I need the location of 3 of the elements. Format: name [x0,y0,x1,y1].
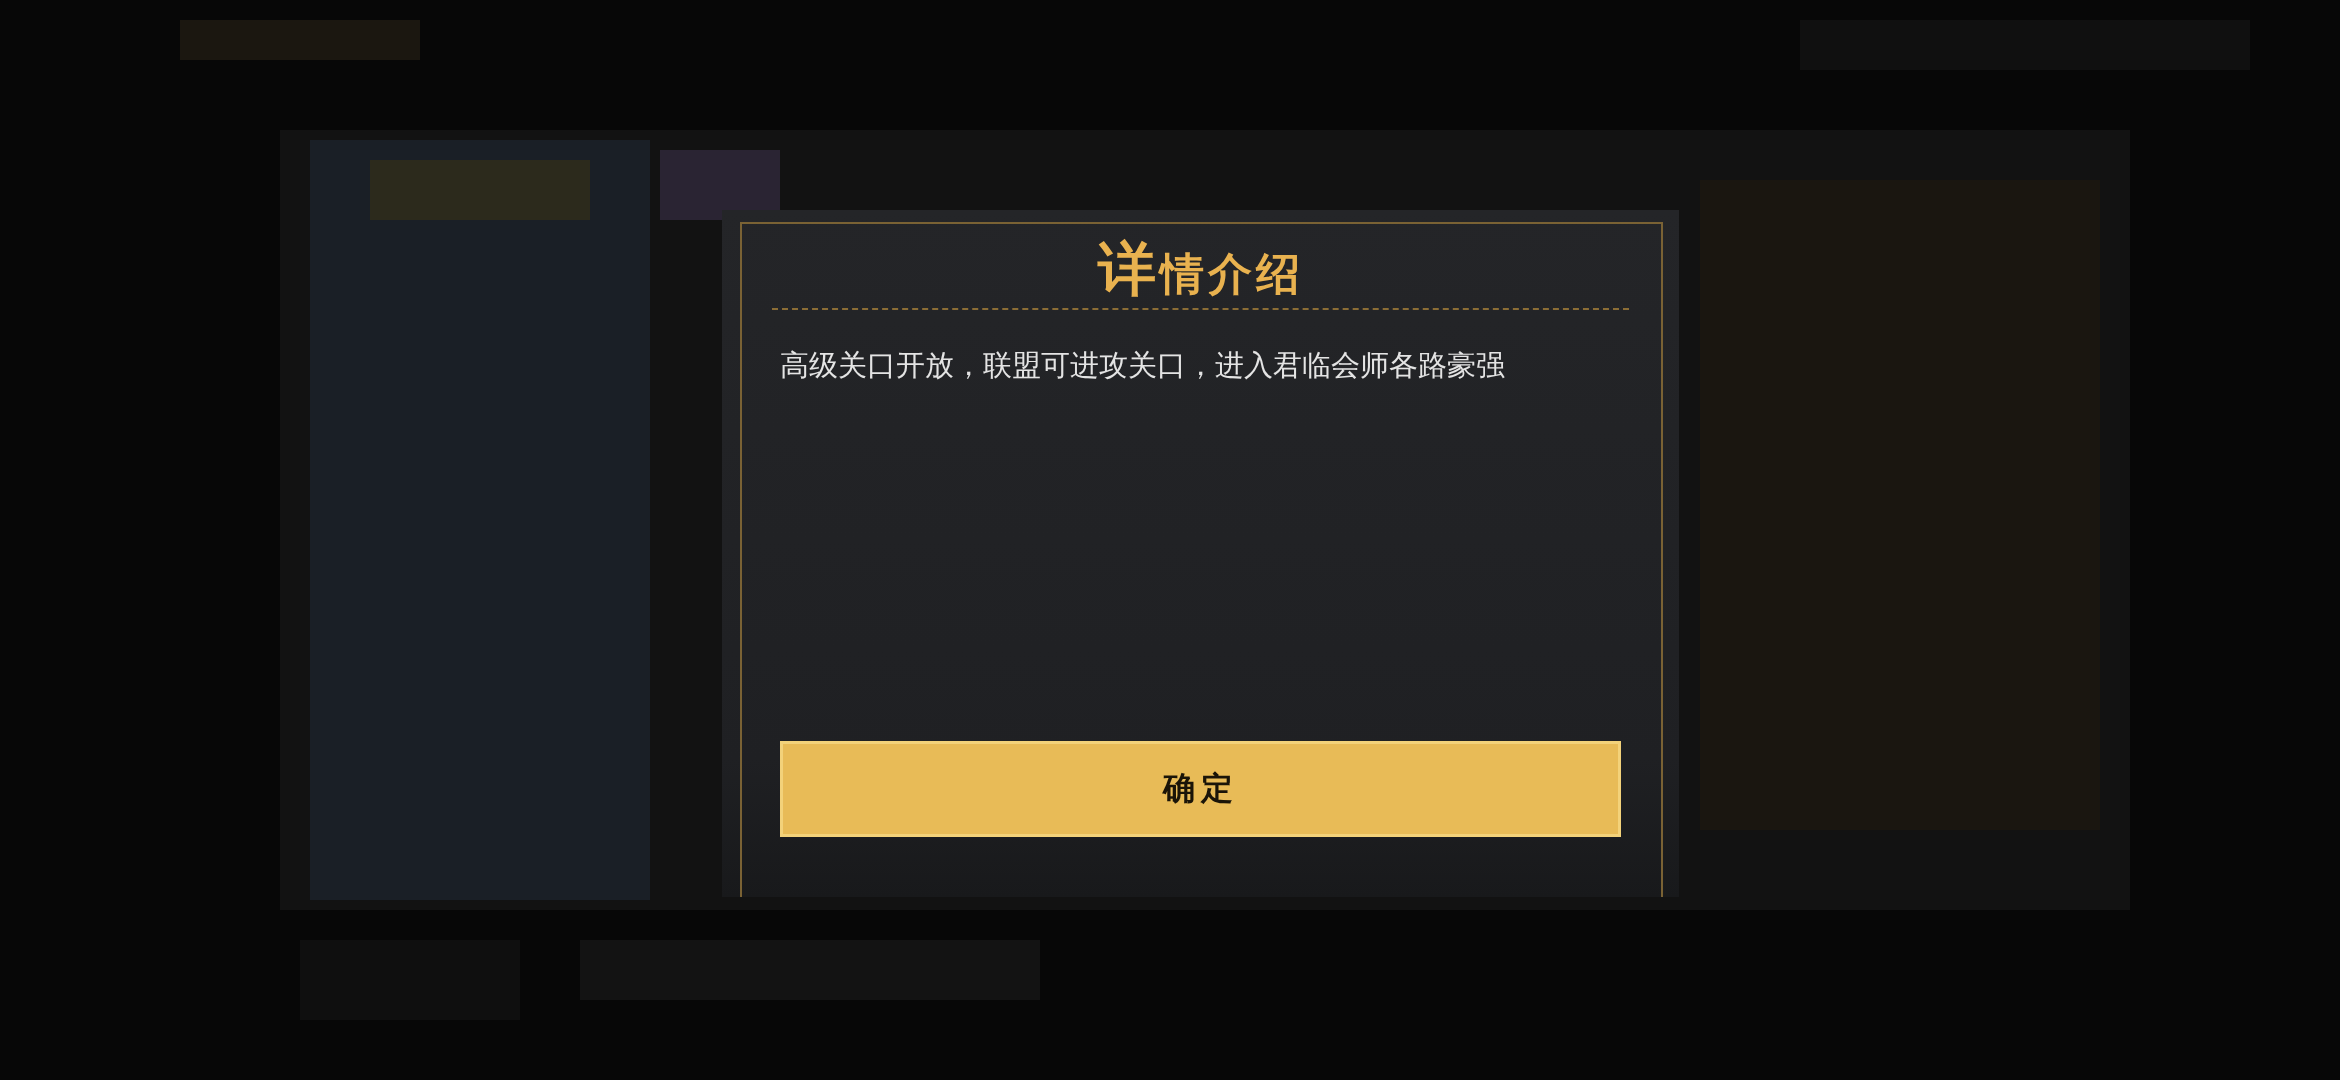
dialog-title: 详情介绍 [1097,240,1304,298]
description-text: 高级关口开放，联盟可进攻关口，进入君临会师各路豪强 [780,347,1506,384]
confirm-button[interactable]: 确定 [780,741,1621,837]
